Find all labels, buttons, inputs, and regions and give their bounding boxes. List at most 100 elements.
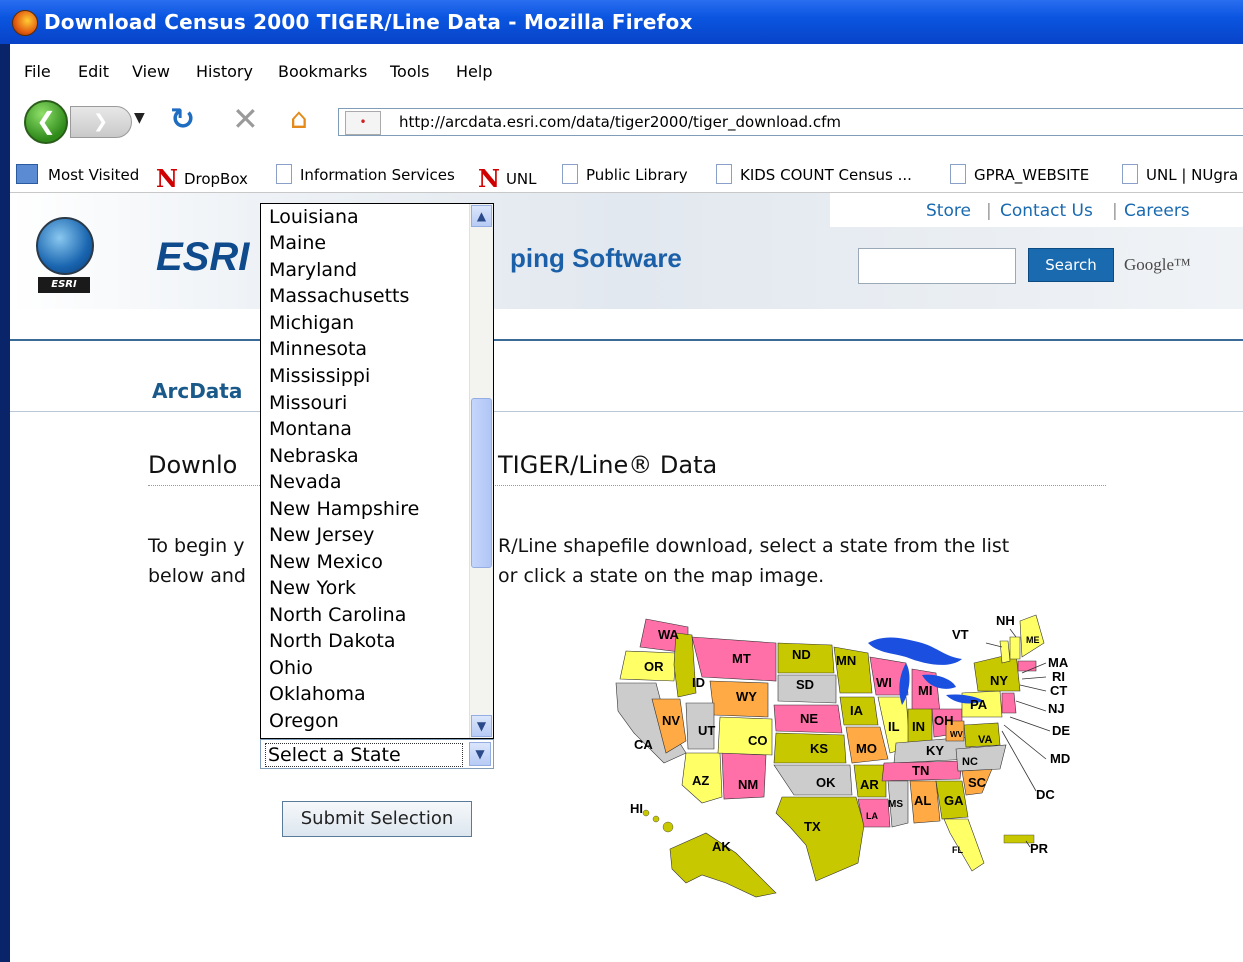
state-option[interactable]: New Hampshire xyxy=(269,496,419,522)
map-label[interactable]: OH xyxy=(934,713,954,728)
scroll-thumb[interactable] xyxy=(471,398,492,568)
map-label[interactable]: AZ xyxy=(692,773,709,788)
map-label[interactable]: NC xyxy=(962,756,978,768)
esri-brand-text[interactable]: ESRI xyxy=(156,235,249,280)
state-select[interactable]: Select a State ▼ xyxy=(260,739,494,769)
bookmark-information-services[interactable]: Information Services xyxy=(276,164,455,184)
url-text[interactable]: http://arcdata.esri.com/data/tiger2000/t… xyxy=(399,109,841,135)
state-option[interactable]: New York xyxy=(269,575,356,601)
map-label[interactable]: CT xyxy=(1050,683,1067,698)
address-bar[interactable]: • http://arcdata.esri.com/data/tiger2000… xyxy=(338,108,1243,136)
menu-history[interactable]: History xyxy=(196,62,253,81)
map-label[interactable]: NH xyxy=(996,613,1015,628)
map-label[interactable]: PA xyxy=(970,697,988,712)
store-link[interactable]: Store xyxy=(926,201,971,221)
state-option[interactable]: Oregon xyxy=(269,708,339,734)
map-label[interactable]: TX xyxy=(804,819,821,834)
map-label[interactable]: ND xyxy=(792,647,811,662)
menu-help[interactable]: Help xyxy=(456,62,492,81)
state-option[interactable]: Minnesota xyxy=(269,336,367,362)
map-label[interactable]: ID xyxy=(692,675,705,690)
map-label[interactable]: ME xyxy=(1026,635,1040,645)
map-label[interactable]: MN xyxy=(836,653,856,668)
state-option[interactable]: Ohio xyxy=(269,655,313,681)
us-map-svg[interactable]: WA OR CA ID NV MT WY UT AZ ND SD NE CO N… xyxy=(606,613,1070,933)
state-option[interactable]: Maine xyxy=(269,230,326,256)
map-label[interactable]: AR xyxy=(860,777,879,792)
map-label[interactable]: MS xyxy=(888,799,903,810)
map-label[interactable]: HI xyxy=(630,801,643,816)
map-label[interactable]: WY xyxy=(736,689,757,704)
map-label[interactable]: IL xyxy=(888,719,900,734)
state-option[interactable]: Louisiana xyxy=(269,204,359,230)
map-label[interactable]: WI xyxy=(876,675,892,690)
map-label[interactable]: NE xyxy=(800,711,818,726)
site-identity-icon[interactable]: • xyxy=(345,111,381,135)
state-dropdown-list[interactable]: Louisiana Maine Maryland Massachusetts M… xyxy=(260,203,494,739)
map-label[interactable]: TN xyxy=(912,763,929,778)
state-option[interactable]: Missouri xyxy=(269,390,347,416)
map-label[interactable]: KY xyxy=(926,743,944,758)
map-label[interactable]: SC xyxy=(968,775,987,790)
careers-link[interactable]: Careers xyxy=(1124,201,1190,221)
state-option[interactable]: Michigan xyxy=(269,310,354,336)
bookmark-public-library[interactable]: Public Library xyxy=(562,164,688,184)
dropdown-scrollbar[interactable]: ▲ ▼ xyxy=(469,204,493,738)
map-label[interactable]: WV xyxy=(950,730,964,739)
stop-icon[interactable]: ✕ xyxy=(232,100,259,138)
map-label[interactable]: IN xyxy=(912,719,925,734)
state-option[interactable]: Massachusetts xyxy=(269,283,409,309)
search-button[interactable]: Search xyxy=(1028,248,1114,282)
map-label[interactable]: OK xyxy=(816,775,836,790)
state-option[interactable]: Nebraska xyxy=(269,443,359,469)
map-label[interactable]: FL xyxy=(952,845,963,855)
map-label[interactable]: MT xyxy=(732,651,751,666)
menu-tools[interactable]: Tools xyxy=(390,62,429,81)
map-label[interactable]: WA xyxy=(658,627,680,642)
scroll-down-icon[interactable]: ▼ xyxy=(471,715,492,737)
search-input[interactable] xyxy=(858,248,1016,284)
map-label[interactable]: NV xyxy=(662,713,680,728)
back-button[interactable]: ❮ xyxy=(24,100,68,144)
state-option[interactable]: Mississippi xyxy=(269,363,370,389)
bookmark-gpra-website[interactable]: GPRA_WEBSITE xyxy=(950,164,1089,184)
map-label[interactable]: PR xyxy=(1030,841,1049,856)
map-label[interactable]: AK xyxy=(712,839,731,854)
map-label[interactable]: SD xyxy=(796,677,814,692)
state-option[interactable]: North Carolina xyxy=(269,602,406,628)
state-select-value[interactable]: Select a State xyxy=(265,743,463,767)
state-option[interactable]: Nevada xyxy=(269,469,342,495)
map-label[interactable]: AL xyxy=(914,793,931,808)
map-label[interactable]: MO xyxy=(856,741,877,756)
map-label[interactable]: RI xyxy=(1052,669,1065,684)
map-label[interactable]: LA xyxy=(866,811,878,821)
us-state-map[interactable]: WA OR CA ID NV MT WY UT AZ ND SD NE CO N… xyxy=(606,613,1070,933)
map-label[interactable]: NY xyxy=(990,673,1008,688)
map-label[interactable]: VA xyxy=(978,734,993,746)
home-icon[interactable]: ⌂ xyxy=(290,102,308,135)
reload-icon[interactable]: ↻ xyxy=(170,102,195,137)
map-label[interactable]: NM xyxy=(738,777,758,792)
bookmark-dropbox[interactable]: N DropBox xyxy=(156,164,248,193)
map-label[interactable]: DE xyxy=(1052,723,1070,738)
menu-bookmarks[interactable]: Bookmarks xyxy=(278,62,367,81)
menu-view[interactable]: View xyxy=(132,62,170,81)
map-label[interactable]: NJ xyxy=(1048,701,1065,716)
state-option[interactable]: Oklahoma xyxy=(269,681,366,707)
map-label[interactable]: CO xyxy=(748,733,768,748)
bookmark-unl-nugra[interactable]: UNL | NUgra xyxy=(1122,164,1238,184)
map-label[interactable]: OR xyxy=(644,659,664,674)
map-label[interactable]: CA xyxy=(634,737,653,752)
bookmark-unl[interactable]: N UNL xyxy=(478,164,537,193)
esri-globe-logo-icon[interactable] xyxy=(36,217,94,275)
menu-edit[interactable]: Edit xyxy=(78,62,109,81)
map-label[interactable]: MD xyxy=(1050,751,1070,766)
scroll-up-icon[interactable]: ▲ xyxy=(471,205,492,227)
map-label[interactable]: KS xyxy=(810,741,828,756)
section-link-arcdata[interactable]: ArcData xyxy=(152,379,242,403)
map-label[interactable]: UT xyxy=(698,723,715,738)
bookmark-most-visited[interactable]: Most Visited xyxy=(16,164,139,184)
map-label[interactable]: GA xyxy=(944,793,964,808)
map-label[interactable]: DC xyxy=(1036,787,1055,802)
state-option[interactable]: New Jersey xyxy=(269,522,374,548)
